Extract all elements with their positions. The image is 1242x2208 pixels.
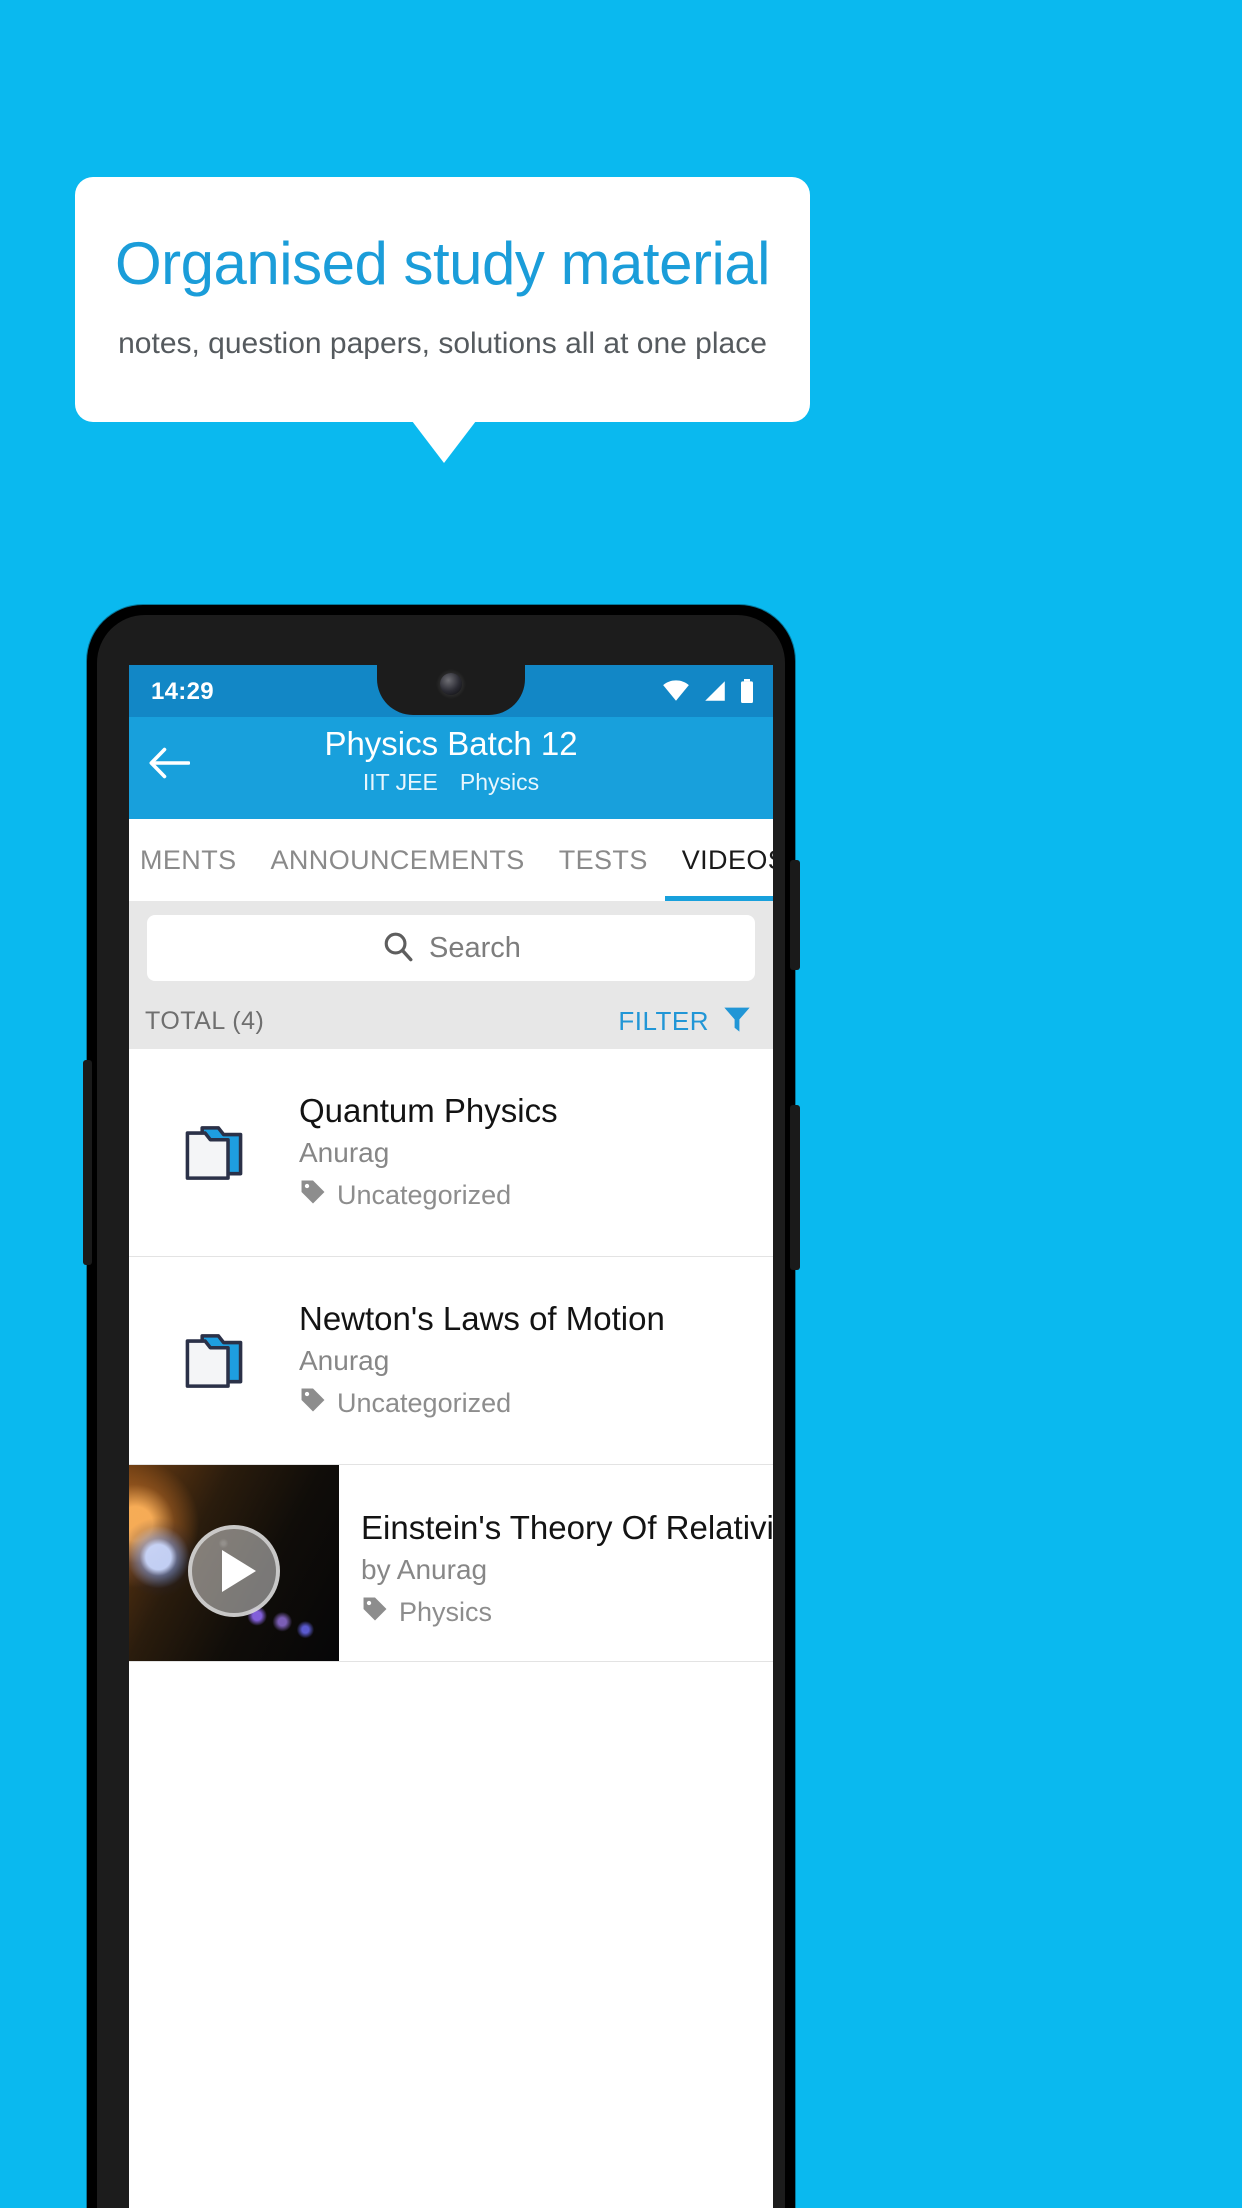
list-meta-row: TOTAL (4) FILTER <box>129 993 773 1049</box>
search-zone: Search <box>129 901 773 993</box>
list-item-tag-label: Uncategorized <box>337 1388 512 1418</box>
filter-button[interactable]: FILTER <box>618 1003 753 1040</box>
folder-icon <box>129 1122 299 1184</box>
promo-title: Organised study material <box>115 230 770 297</box>
filter-funnel-icon <box>721 1003 753 1040</box>
list-item-tag: Uncategorized <box>299 1386 761 1421</box>
promo-callout-card: Organised study material notes, question… <box>75 177 810 422</box>
video-thumbnail[interactable] <box>129 1465 339 1661</box>
promo-callout-tail <box>412 421 476 463</box>
cellular-signal-icon <box>702 680 728 707</box>
list-item-author: Anurag <box>299 1345 390 1376</box>
breadcrumb: IIT JEE Physics <box>129 769 773 796</box>
front-camera-icon <box>440 673 462 695</box>
phone-bezel: 14:29 Physics Batch 12 IIT JEE Physics M… <box>97 615 785 2208</box>
list-item-author: Anurag <box>299 1137 390 1168</box>
list-item-body: Newton's Laws of Motion Anurag Uncategor… <box>299 1300 773 1421</box>
tab-assignments[interactable]: MENTS <box>129 819 254 901</box>
search-input[interactable]: Search <box>147 915 755 981</box>
list-item-tag: Physics <box>361 1595 773 1630</box>
total-count-label: TOTAL (4) <box>145 1006 265 1035</box>
status-time: 14:29 <box>151 678 214 705</box>
tag-icon <box>299 1386 327 1421</box>
tag-icon <box>299 1178 327 1213</box>
promo-subtitle: notes, question papers, solutions all at… <box>118 327 767 360</box>
breadcrumb-exam: IIT JEE <box>362 769 438 795</box>
phone-mockup: 14:29 Physics Batch 12 IIT JEE Physics M… <box>83 605 800 2208</box>
list-item-body: Einstein's Theory Of Relativity by Anura… <box>339 1465 773 1661</box>
wifi-icon <box>661 680 691 707</box>
phone-volume-button[interactable] <box>790 860 800 970</box>
list-item-tag: Uncategorized <box>299 1178 761 1213</box>
list-item[interactable]: Einstein's Theory Of Relativity by Anura… <box>129 1465 773 1662</box>
list-item-title: Newton's Laws of Motion <box>299 1300 665 1337</box>
tab-announcements[interactable]: ANNOUNCEMENTS <box>254 819 542 901</box>
phone-left-button[interactable] <box>83 1060 92 1265</box>
search-placeholder: Search <box>429 931 521 964</box>
page-title: Physics Batch 12 <box>324 725 578 762</box>
list-item-tag-label: Uncategorized <box>337 1180 512 1210</box>
list-item-author: by Anurag <box>361 1554 488 1585</box>
list-item[interactable]: Newton's Laws of Motion Anurag Uncategor… <box>129 1257 773 1465</box>
play-button-icon[interactable] <box>188 1524 280 1617</box>
list-item-body: Quantum Physics Anurag Uncategorized <box>299 1092 773 1213</box>
battery-icon <box>739 679 755 708</box>
tab-videos[interactable]: VIDEOS <box>664 819 773 901</box>
tab-tests[interactable]: TESTS <box>542 819 665 901</box>
app-bar: Physics Batch 12 IIT JEE Physics <box>129 717 773 819</box>
folder-icon <box>129 1330 299 1392</box>
phone-screen: 14:29 Physics Batch 12 IIT JEE Physics M… <box>129 665 773 2208</box>
list-item-title: Einstein's Theory Of Relativity <box>361 1509 773 1546</box>
tag-icon <box>361 1595 389 1630</box>
filter-label: FILTER <box>618 1005 709 1036</box>
status-icons <box>661 679 755 708</box>
status-bar: 14:29 <box>129 665 773 717</box>
phone-notch <box>377 665 525 715</box>
list-item[interactable]: Quantum Physics Anurag Uncategorized <box>129 1049 773 1257</box>
search-icon <box>381 929 415 968</box>
list-item-tag-label: Physics <box>399 1597 493 1627</box>
breadcrumb-subject: Physics <box>459 769 540 795</box>
list-item-title: Quantum Physics <box>299 1092 558 1129</box>
tab-bar: MENTS ANNOUNCEMENTS TESTS VIDEOS <box>129 819 773 901</box>
phone-power-button[interactable] <box>790 1105 800 1270</box>
